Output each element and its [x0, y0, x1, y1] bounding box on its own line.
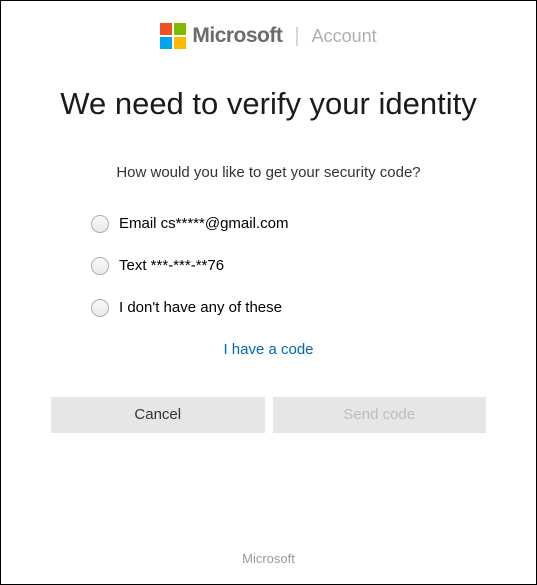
microsoft-logo-icon	[160, 23, 186, 49]
send-code-button[interactable]: Send code	[273, 397, 487, 433]
account-label: Account	[312, 26, 377, 47]
option-none[interactable]: I don't have any of these	[91, 299, 496, 317]
header: Microsoft | Account	[41, 23, 496, 49]
page-title: We need to verify your identity	[41, 85, 496, 124]
page-subtitle: How would you like to get your security …	[41, 164, 496, 181]
cancel-button[interactable]: Cancel	[51, 397, 265, 433]
have-code-link[interactable]: I have a code	[223, 341, 313, 358]
header-divider: |	[294, 25, 299, 48]
option-label: Email cs*****@gmail.com	[119, 215, 288, 232]
brand-label: Microsoft	[192, 24, 282, 48]
verification-options: Email cs*****@gmail.com Text ***-***-**7…	[41, 215, 496, 317]
option-text[interactable]: Text ***-***-**76	[91, 257, 496, 275]
option-label: I don't have any of these	[119, 299, 282, 316]
radio-icon	[91, 215, 109, 233]
option-email[interactable]: Email cs*****@gmail.com	[91, 215, 496, 233]
radio-icon	[91, 299, 109, 317]
footer-brand: Microsoft	[1, 551, 536, 566]
button-row: Cancel Send code	[41, 397, 496, 433]
option-label: Text ***-***-**76	[119, 257, 224, 274]
radio-icon	[91, 257, 109, 275]
